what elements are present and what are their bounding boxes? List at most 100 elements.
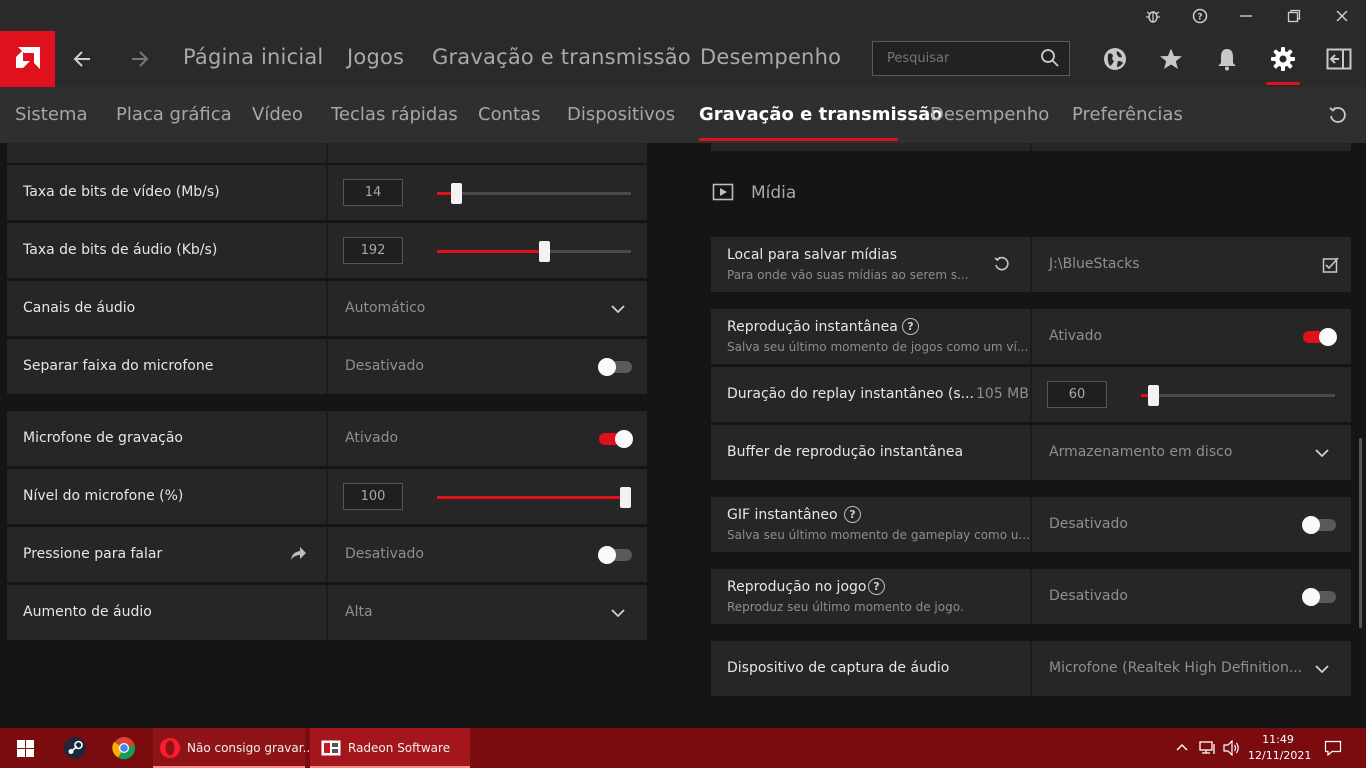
search-icon[interactable] <box>1040 48 1060 68</box>
restore-icon[interactable] <box>1282 4 1306 28</box>
mic-level-input[interactable]: 100 <box>343 483 403 510</box>
push-to-talk-toggle[interactable] <box>598 546 632 564</box>
push-to-talk-value: Desativado <box>345 546 424 562</box>
media-play-icon <box>712 183 734 201</box>
radeon-icon <box>320 739 342 757</box>
chevron-down-icon[interactable] <box>610 605 626 621</box>
help-icon[interactable]: ? <box>844 506 861 523</box>
steam-icon[interactable] <box>58 728 92 768</box>
close-icon[interactable] <box>1330 4 1354 28</box>
bug-report-icon[interactable] <box>1141 4 1165 28</box>
audio-bitrate-slider[interactable] <box>437 241 631 262</box>
nav-performance[interactable]: Desempenho <box>700 45 841 69</box>
window-title-bar: ? <box>0 0 1366 31</box>
help-icon[interactable]: ? <box>868 578 885 595</box>
minimize-icon[interactable] <box>1234 4 1258 28</box>
replay-duration-slider-thumb[interactable] <box>1148 385 1159 406</box>
nav-home[interactable]: Página inicial <box>183 45 323 69</box>
tab-performance[interactable]: Desempenho <box>930 104 1049 125</box>
clock-date: 12/11/2021 <box>1248 749 1312 762</box>
media-section-title: Mídia <box>751 183 797 203</box>
chrome-icon[interactable] <box>107 728 141 768</box>
radeon-window-title: Radeon Software <box>348 741 451 755</box>
in-game-replay-toggle[interactable] <box>1302 588 1336 606</box>
record-mic-toggle[interactable] <box>599 430 633 448</box>
notifications-bell-icon[interactable] <box>1213 45 1241 73</box>
in-game-replay-title: Reprodução no jogo <box>727 579 867 595</box>
audio-boost-row[interactable]: Aumento de áudio Alta <box>7 585 647 640</box>
tab-video[interactable]: Vídeo <box>252 104 303 125</box>
chevron-down-icon[interactable] <box>1314 661 1330 677</box>
replay-duration-slider[interactable] <box>1141 385 1335 406</box>
nav-record-stream[interactable]: Gravação e transmissão <box>432 45 691 69</box>
chevron-up-icon[interactable] <box>1173 728 1191 768</box>
audio-bitrate-slider-fill <box>437 250 544 253</box>
record-mic-label: Microfone de gravação <box>23 430 183 446</box>
tab-record-stream[interactable]: Gravação e transmissão <box>699 104 943 125</box>
opera-window-title: Não consigo gravar... <box>187 741 315 755</box>
instant-replay-subtitle: Salva seu último momento de jogos como u… <box>727 340 1029 354</box>
tab-system[interactable]: Sistema <box>15 104 88 125</box>
sidebar-toggle-icon[interactable] <box>1325 45 1353 73</box>
windows-start-icon[interactable] <box>8 728 42 768</box>
tab-preferences[interactable]: Preferências <box>1072 104 1183 125</box>
replay-buffer-value: Armazenamento em disco <box>1049 444 1233 460</box>
system-clock[interactable]: 11:49 12/11/2021 <box>1248 732 1312 764</box>
tab-hotkeys[interactable]: Teclas rápidas <box>331 104 458 125</box>
opera-taskbar-button[interactable]: Não consigo gravar... <box>153 728 314 768</box>
favorites-star-icon[interactable] <box>1157 45 1185 73</box>
globe-icon[interactable] <box>1101 45 1129 73</box>
mic-level-slider-thumb[interactable] <box>620 487 631 508</box>
replay-duration-size: 105 MB <box>976 386 1029 402</box>
instant-gif-value: Desativado <box>1049 516 1128 532</box>
save-location-value: J:\BlueStacks <box>1049 256 1140 272</box>
replay-duration-input[interactable]: 60 <box>1047 381 1107 408</box>
video-bitrate-slider[interactable] <box>437 183 631 204</box>
push-to-talk-row: Pressione para falar Desativado <box>7 527 647 582</box>
instant-gif-title: GIF instantâneo <box>727 507 838 523</box>
replay-buffer-row[interactable]: Buffer de reprodução instantânea Armazen… <box>711 425 1351 480</box>
instant-gif-subtitle: Salva seu último momento de gameplay com… <box>727 528 1030 542</box>
chevron-down-icon[interactable] <box>1314 445 1330 461</box>
audio-bitrate-input[interactable]: 192 <box>343 237 403 264</box>
network-icon[interactable] <box>1197 728 1219 768</box>
tab-devices[interactable]: Dispositivos <box>567 104 675 125</box>
audio-channels-label: Canais de áudio <box>23 300 136 316</box>
instant-replay-toggle[interactable] <box>1303 328 1337 346</box>
video-bitrate-input[interactable]: 14 <box>343 179 403 206</box>
nav-games[interactable]: Jogos <box>347 45 404 69</box>
video-bitrate-slider-thumb[interactable] <box>451 183 462 204</box>
forward-arrow-icon[interactable] <box>126 45 154 73</box>
action-center-icon[interactable] <box>1322 728 1344 768</box>
radeon-taskbar-button[interactable]: Radeon Software <box>310 728 470 768</box>
help-icon[interactable]: ? <box>902 318 919 335</box>
replay-duration-row: Duração do replay instantâneo (s... 105 … <box>711 367 1351 422</box>
back-arrow-icon[interactable] <box>68 45 96 73</box>
audio-capture-row[interactable]: Dispositivo de captura de áudio Microfon… <box>711 641 1351 696</box>
amd-logo[interactable] <box>0 31 55 87</box>
share-arrow-icon[interactable] <box>289 545 307 563</box>
mic-level-label: Nível do microfone (%) <box>23 488 184 504</box>
instant-gif-row: GIF instantâneo ? Salva seu último momen… <box>711 497 1351 552</box>
windows-taskbar: Não consigo gravar... Radeon Software 11… <box>0 728 1366 768</box>
audio-channels-row[interactable]: Canais de áudio Automático <box>7 281 647 336</box>
scrollbar-thumb[interactable] <box>1359 438 1362 628</box>
edit-checkbox-icon[interactable] <box>1322 256 1340 274</box>
audio-bitrate-label: Taxa de bits de áudio (Kb/s) <box>23 242 218 258</box>
volume-icon[interactable] <box>1221 728 1243 768</box>
audio-bitrate-slider-thumb[interactable] <box>539 241 550 262</box>
instant-gif-toggle[interactable] <box>1302 516 1336 534</box>
reset-icon[interactable] <box>1328 105 1348 125</box>
mic-level-slider[interactable] <box>437 487 631 508</box>
instant-replay-title: Reprodução instantânea <box>727 319 898 335</box>
reset-icon[interactable] <box>993 255 1011 273</box>
help-icon[interactable]: ? <box>1188 4 1212 28</box>
chevron-down-icon[interactable] <box>610 301 626 317</box>
audio-channels-value: Automático <box>345 300 426 316</box>
tab-graphics[interactable]: Placa gráfica <box>116 104 232 125</box>
settings-gear-icon[interactable] <box>1269 45 1297 73</box>
save-location-subtitle: Para onde vão suas mídias ao serem s... <box>727 268 969 282</box>
separate-mic-toggle[interactable] <box>598 358 632 376</box>
tab-accounts[interactable]: Contas <box>478 104 540 125</box>
save-location-row: Local para salvar mídias Para onde vão s… <box>711 237 1351 292</box>
